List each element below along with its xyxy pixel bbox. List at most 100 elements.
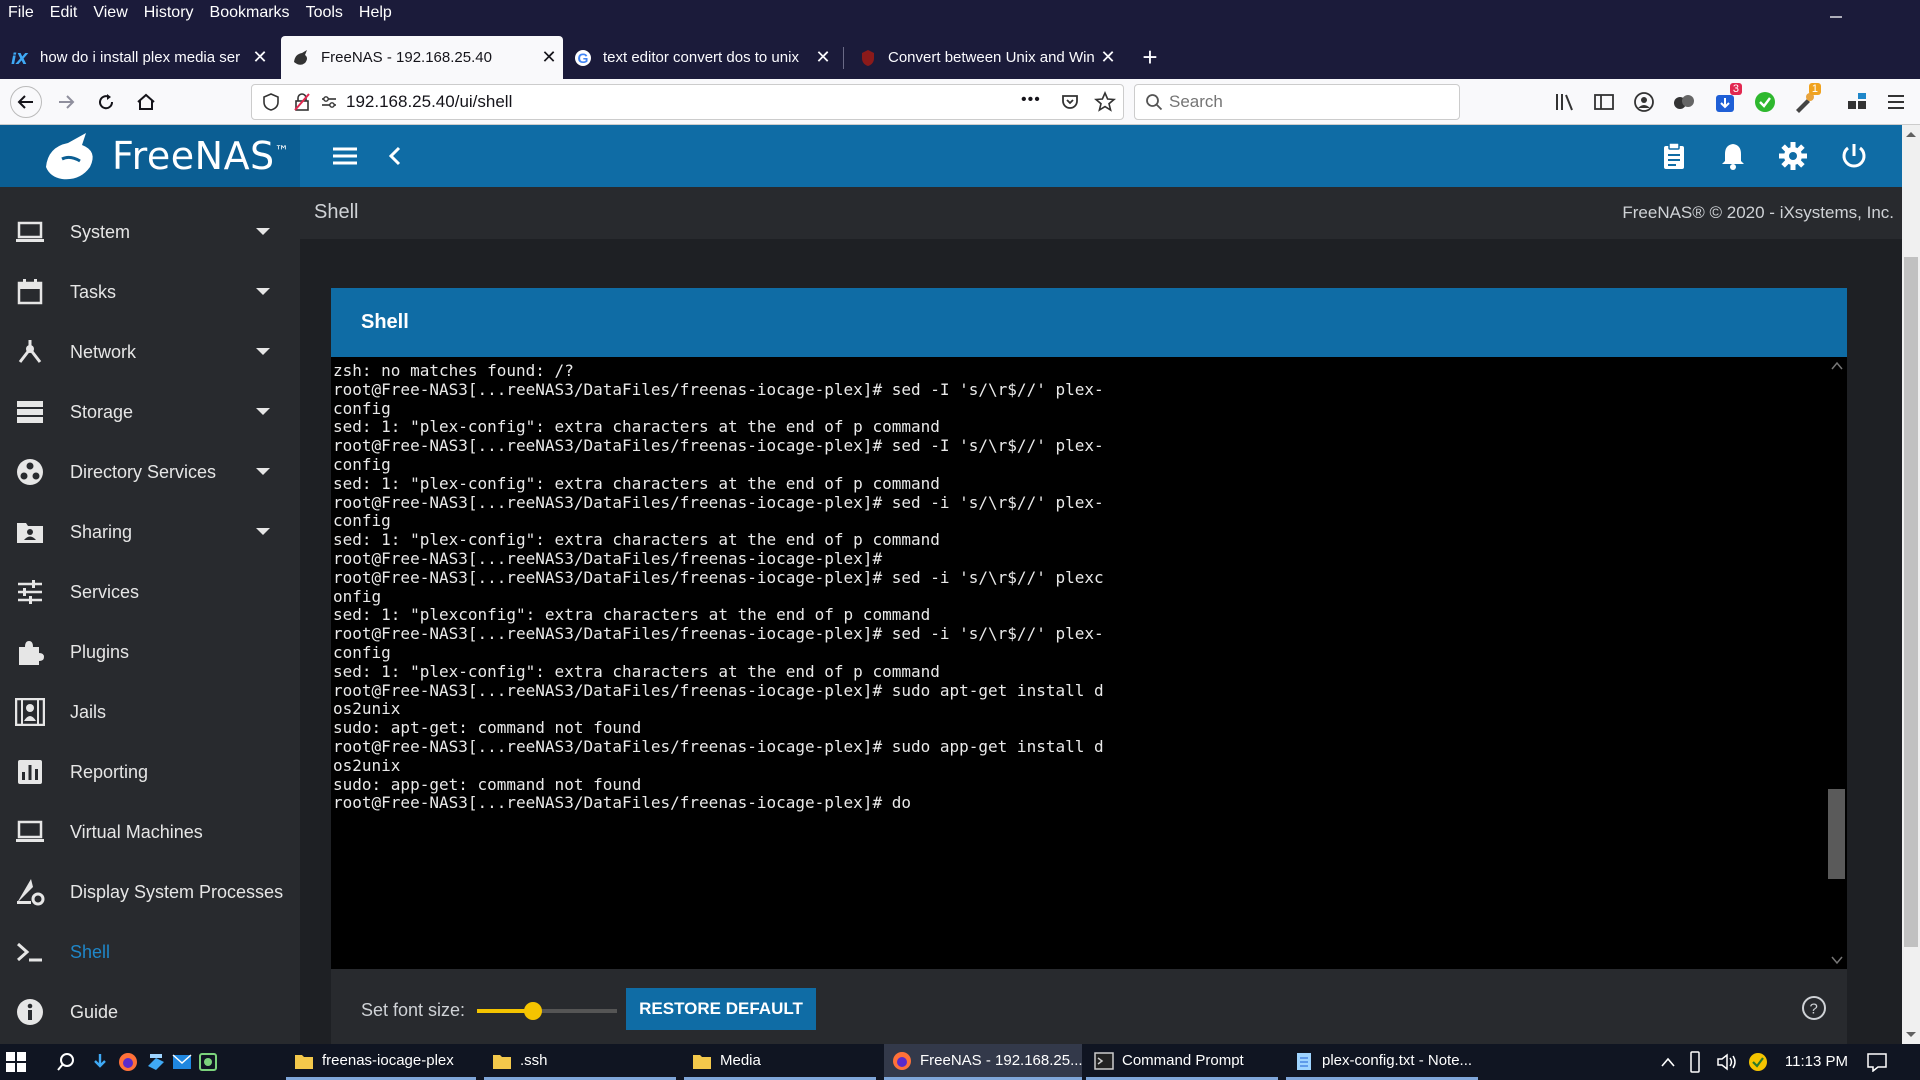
permissions-icon[interactable] (320, 93, 338, 111)
sidebar-item-tasks[interactable]: Tasks (0, 262, 300, 322)
collapse-sidebar-button[interactable] (379, 140, 411, 172)
settings-button[interactable] (1777, 140, 1809, 172)
insecure-lock-icon[interactable] (292, 92, 312, 112)
tab-close-icon[interactable]: ✕ (1094, 47, 1122, 68)
extension-download-icon[interactable]: 3 (1712, 83, 1742, 116)
sidebar-item-virtual-machines[interactable]: Virtual Machines (0, 802, 300, 862)
sidebar-item-jails[interactable]: Jails (0, 682, 300, 742)
tab-freenas[interactable]: FreeNAS - 192.168.25.40 ✕ (281, 36, 563, 79)
sidebar-item-storage[interactable]: Storage (0, 382, 300, 442)
home-button[interactable] (130, 86, 162, 118)
copyright-text: FreeNAS® © 2020 - iXsystems, Inc. (1622, 203, 1894, 222)
terminal-icon (14, 936, 46, 968)
sidebar-item-label: Network (70, 341, 137, 362)
extension-check-icon[interactable] (1751, 88, 1779, 116)
storage-icon (14, 396, 46, 428)
logo[interactable]: FreeNAS™ (0, 125, 300, 187)
sidebar-toggle-icon[interactable] (1590, 88, 1618, 116)
power-button[interactable] (1838, 140, 1870, 172)
page-actions-button[interactable]: ••• (1021, 91, 1041, 109)
sidebar-item-guide[interactable]: Guide (0, 982, 300, 1042)
pinned-tool-icon[interactable] (198, 1044, 220, 1080)
scroll-up-icon[interactable] (1831, 361, 1843, 371)
sidebar-item-system[interactable]: System (0, 202, 300, 262)
pinned-mail-icon[interactable] (172, 1044, 194, 1080)
scroll-down-icon[interactable] (1904, 1030, 1918, 1040)
new-tab-button[interactable]: + (1130, 36, 1170, 79)
menu-history[interactable]: History (136, 0, 202, 27)
font-size-slider-handle[interactable] (524, 1002, 542, 1020)
url-input[interactable] (346, 92, 986, 112)
taskbar-item-firefox[interactable]: FreeNAS - 192.168.25.... (884, 1044, 1082, 1080)
tab-close-icon[interactable]: ✕ (246, 47, 274, 68)
extensions-puzzle-icon[interactable] (1843, 88, 1871, 116)
bookmark-star-icon[interactable] (1094, 91, 1116, 113)
pinned-download-icon[interactable] (92, 1044, 112, 1080)
sidebar-item-display-system-processes[interactable]: Display System Processes (0, 862, 300, 922)
shell-card-footer: Set font size: RESTORE DEFAULT ? (331, 969, 1847, 1048)
scroll-down-icon[interactable] (1831, 955, 1843, 965)
menu-edit[interactable]: Edit (42, 0, 86, 27)
calendar-icon (14, 276, 46, 308)
tab-convert-unix[interactable]: Convert between Unix and Win ✕ (848, 36, 1122, 79)
taskbar-clock[interactable]: 11:13 PM (1785, 1044, 1848, 1080)
sidebar-item-directory-services[interactable]: Directory Services (0, 442, 300, 502)
tray-app-icon[interactable] (1748, 1044, 1772, 1080)
pocket-icon[interactable] (1060, 92, 1080, 112)
volume-icon[interactable] (1716, 1044, 1740, 1080)
forward-button[interactable] (50, 86, 82, 118)
back-button[interactable] (10, 86, 42, 118)
font-size-slider[interactable] (477, 1002, 617, 1020)
menu-tools[interactable]: Tools (298, 0, 351, 27)
url-bar[interactable]: ••• (251, 84, 1124, 120)
page-scroll-thumb[interactable] (1904, 257, 1918, 947)
sidebar-item-shell[interactable]: Shell (0, 922, 300, 982)
library-icon[interactable] (1551, 88, 1579, 116)
hamburger-menu-icon[interactable] (1882, 88, 1910, 116)
menu-file[interactable]: File (0, 0, 42, 27)
terminal-scrollbar[interactable] (1827, 357, 1847, 969)
restore-default-button[interactable]: RESTORE DEFAULT (626, 988, 816, 1030)
search-bar[interactable] (1134, 84, 1460, 120)
scroll-up-icon[interactable] (1904, 129, 1918, 139)
alerts-button[interactable] (1717, 140, 1749, 172)
menu-bookmarks[interactable]: Bookmarks (202, 0, 298, 27)
taskbar-item-ssh[interactable]: .ssh (484, 1044, 676, 1080)
terminal-scroll-thumb[interactable] (1828, 789, 1845, 879)
notifications-button[interactable] (1866, 1044, 1890, 1080)
tab-close-icon[interactable]: ✕ (535, 47, 563, 68)
terminal-line: root@Free-NAS3[...reeNAS3/DataFiles/free… (333, 548, 883, 568)
extension-masks-icon[interactable] (1670, 88, 1698, 116)
page-scrollbar[interactable] (1902, 125, 1920, 1044)
pinned-firefox-icon[interactable] (118, 1044, 140, 1080)
pinned-app-icon[interactable] (146, 1044, 168, 1080)
extension-tool-icon[interactable]: 1 (1791, 83, 1821, 116)
tab-google-search[interactable]: G text editor convert dos to unix ✕ (563, 36, 837, 79)
tab-plex-search[interactable]: iX how do i install plex media ser ✕ (0, 36, 274, 79)
sidebar-item-plugins[interactable]: Plugins (0, 622, 300, 682)
show-hidden-icons-button[interactable] (1660, 1044, 1680, 1080)
taskbar-item-notepad[interactable]: plex-config.txt - Note... (1286, 1044, 1478, 1080)
taskbar-item-command-prompt[interactable]: Command Prompt (1086, 1044, 1278, 1080)
sidebar-item-services[interactable]: Services (0, 562, 300, 622)
menu-view[interactable]: View (85, 0, 135, 27)
usb-icon[interactable] (1688, 1044, 1708, 1080)
terminal[interactable]: zsh: no matches found: /? root@Free-NAS3[… (331, 357, 1847, 969)
reload-button[interactable] (90, 86, 122, 118)
power-icon (1842, 144, 1866, 168)
shield-icon (262, 92, 280, 112)
menu-help[interactable]: Help (351, 0, 400, 27)
sidebar-item-sharing[interactable]: Sharing (0, 502, 300, 562)
menu-toggle-button[interactable] (329, 140, 361, 172)
taskbar-item-freenas-iocage-plex[interactable]: freenas-iocage-plex (286, 1044, 476, 1080)
search-input[interactable] (1169, 92, 1439, 112)
help-icon[interactable]: ? (1801, 995, 1827, 1021)
sidebar-item-network[interactable]: Network (0, 322, 300, 382)
start-button[interactable] (6, 1044, 38, 1080)
tab-close-icon[interactable]: ✕ (809, 47, 837, 68)
account-icon[interactable] (1630, 88, 1658, 116)
task-manager-button[interactable] (1658, 140, 1690, 172)
sidebar-item-reporting[interactable]: Reporting (0, 742, 300, 802)
taskbar-search-button[interactable] (56, 1044, 80, 1080)
taskbar-item-media[interactable]: Media (684, 1044, 876, 1080)
